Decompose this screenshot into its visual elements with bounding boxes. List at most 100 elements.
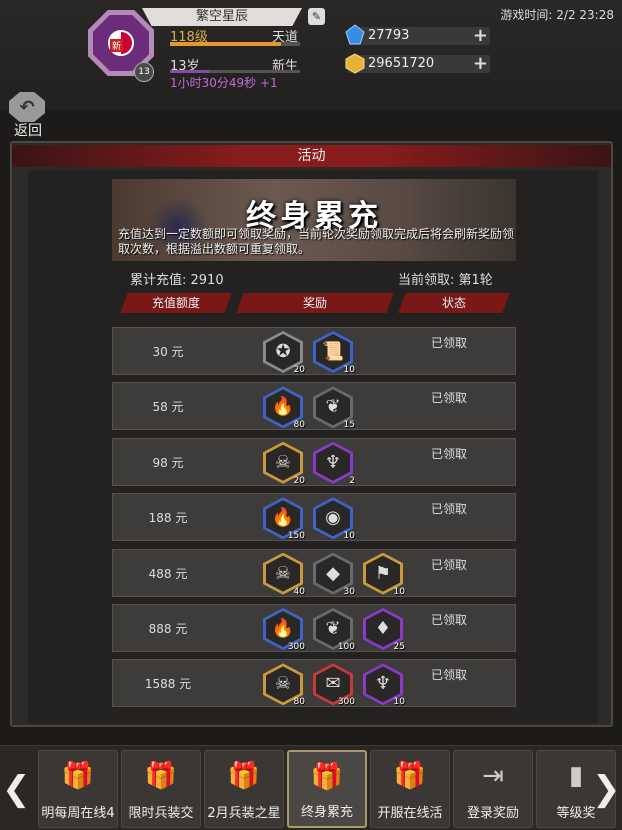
avatar[interactable]: 新 13 (88, 10, 154, 82)
reward-item[interactable]: ✉ 300 (313, 663, 355, 707)
activity-tab[interactable]: 🎁 明每周在线4 (38, 750, 118, 828)
reward-count: 25 (393, 642, 405, 652)
login-icon: ⇥ (482, 761, 504, 791)
recharge-tier-row: 488 元 ☠ 40 ◆ 30 ⚑ 10 已领取 (112, 548, 516, 598)
recharge-tier-row: 188 元 🔥 150 ◉ 10 已领取 (112, 493, 516, 542)
recharge-tier-row: 30 元 ✪ 20 📜 10 已领取 (112, 327, 516, 375)
reward-count: 10 (393, 586, 405, 597)
tier-amount: 58 元 (152, 400, 184, 415)
activity-tab[interactable]: 🎁 开服在线活 (370, 750, 450, 828)
edit-icon[interactable]: ✎ (308, 8, 325, 25)
reward-item[interactable]: ❦ 15 (313, 386, 355, 431)
tier-rewards: ✪ 20 📜 10 (263, 328, 355, 376)
reward-item[interactable]: 🔥 300 (263, 608, 305, 652)
tier-rewards: ☠ 80 ✉ 300 ♆ 10 (263, 660, 405, 708)
gift-icon: 🎁 (227, 761, 261, 791)
current-round: 当前领取: 第1轮 (398, 273, 493, 288)
reward-count: 20 (293, 475, 305, 486)
activity-tab[interactable]: 🎁 限时兵装交 (121, 750, 201, 828)
gift-icon: 🎁 (393, 761, 427, 791)
banner-description: 充值达到一定数额即可领取奖励，当前轮次奖励领取完成后将会刷新奖励领取次数，根据溢… (118, 227, 515, 256)
tab-label: 限时兵装交 (128, 806, 194, 821)
tier-status: 已领取 (431, 336, 468, 350)
gem-amount: 27793 (368, 28, 410, 43)
tier-amount: 1588 元 (144, 677, 192, 692)
add-gold-button[interactable]: + (473, 53, 488, 74)
activity-tab-bar: ❮ 🎁 明每周在线4 🎁 限时兵装交 🎁 2月兵装之星 🎁 终身累充 🎁 开服在线活 ⇥ … (0, 745, 622, 830)
reward-item[interactable]: ❦ 100 (313, 608, 355, 652)
tier-status: 已领取 (431, 613, 468, 627)
reward-count: 2 (349, 475, 355, 486)
scroll-right-button[interactable]: ❯ (592, 764, 621, 814)
reward-count: 150 (287, 531, 305, 542)
tier-amount: 488 元 (148, 566, 188, 581)
column-header-rewards: 奖励 (236, 293, 394, 313)
gold-ingot-icon (345, 53, 365, 74)
lifetime-recharge-content: 终身累充 充值达到一定数额即可领取奖励，当前轮次奖励领取完成后将会刷新奖励领取次… (28, 171, 598, 723)
recharge-tier-row: 58 元 🔥 80 ❦ 15 已领取 (112, 382, 516, 431)
tier-rewards: ☠ 40 ◆ 30 ⚑ 10 (263, 550, 405, 598)
player-name: 繁空星辰 (142, 8, 302, 26)
reward-item[interactable]: ☠ 40 (263, 552, 305, 597)
event-banner: 终身累充 充值达到一定数额即可领取奖励，当前轮次奖励领取完成后将会刷新奖励领取次… (112, 179, 516, 261)
goblet-icon: ♆ (316, 444, 350, 481)
panel-title: 活动 (12, 145, 611, 167)
reward-item[interactable]: ◆ 30 (313, 552, 355, 597)
tier-status: 已领取 (431, 446, 468, 461)
back-arrow-icon: ↶ (9, 92, 45, 122)
tier-amount: 188 元 (148, 511, 188, 526)
activity-tab[interactable]: ⇥ 登录奖励 (453, 750, 533, 828)
level-progress-bar (170, 42, 300, 46)
recharge-tier-row: 1588 元 ☠ 80 ✉ 300 ♆ 10 已领取 (112, 659, 516, 708)
player-header: 新 13 繁空星辰 ✎ 118级 天道 13岁 新生 1小时30分49秒 +1 … (0, 0, 622, 110)
reward-item[interactable]: ⚑ 10 (363, 552, 405, 597)
tier-rewards: 🔥 300 ❦ 100 ♦ 25 (263, 605, 405, 653)
reward-item[interactable]: ♦ 25 (363, 608, 405, 652)
reward-count: 10 (393, 697, 405, 708)
reward-item[interactable]: 📜 10 (313, 331, 355, 375)
tier-rewards: ☠ 20 ♆ 2 (263, 439, 355, 487)
reward-item[interactable]: ♆ 2 (313, 441, 355, 486)
reward-item[interactable]: ✪ 20 (263, 331, 305, 375)
add-gem-button[interactable]: + (473, 25, 488, 46)
total-recharge: 累计充值: 2910 (130, 273, 224, 288)
reward-count: 15 (343, 420, 355, 431)
reward-item[interactable]: ☠ 20 (263, 441, 305, 486)
tab-label: 开服在线活 (377, 806, 443, 821)
stage-progress-fill (170, 70, 209, 73)
reward-item[interactable]: ◉ 10 (313, 497, 355, 541)
tier-amount: 30 元 (152, 345, 184, 359)
tier-status: 已领取 (431, 502, 468, 517)
stage-progress-bar (170, 70, 300, 73)
level-progress-fill (170, 42, 281, 46)
gift-icon: 🎁 (144, 761, 178, 791)
reward-count: 300 (287, 642, 305, 652)
gift-icon: 🎁 (310, 762, 344, 792)
tier-amount: 888 元 (148, 622, 188, 636)
reward-item[interactable]: 🔥 80 (263, 386, 305, 430)
reward-count: 30 (343, 586, 355, 597)
recharge-tier-row: 98 元 ☠ 20 ♆ 2 已领取 (112, 437, 516, 487)
gift-icon: 🎁 (61, 761, 95, 791)
activity-tab[interactable]: 🎁 2月兵装之星 (204, 750, 284, 828)
reward-item[interactable]: ♆ 10 (363, 663, 405, 708)
regen-timer: 1小时30分49秒 +1 (170, 76, 278, 90)
tier-rewards: 🔥 80 ❦ 15 (263, 383, 355, 431)
tier-status: 已领取 (431, 557, 468, 572)
tier-amount: 98 元 (152, 455, 184, 470)
reward-count: 100 (337, 642, 355, 652)
tab-label: 终身累充 (300, 805, 353, 820)
tier-status: 已领取 (431, 668, 468, 683)
avatar-level-badge: 13 (134, 62, 154, 82)
reward-item[interactable]: 🔥 150 (263, 497, 305, 542)
game-time: 游戏时间: 2/2 23:28 (500, 8, 614, 22)
reward-item[interactable]: ☠ 80 (263, 663, 305, 707)
reward-count: 10 (343, 365, 355, 375)
back-button[interactable]: ↶ 返回 (6, 92, 50, 139)
activity-tab[interactable]: 🎁 终身累充 (287, 750, 367, 828)
back-label: 返回 (14, 123, 42, 139)
scroll-left-button[interactable]: ❮ (2, 764, 31, 814)
tab-label: 登录奖励 (466, 806, 519, 821)
tier-status: 已领取 (431, 391, 468, 406)
column-header-status: 状态 (398, 293, 510, 313)
